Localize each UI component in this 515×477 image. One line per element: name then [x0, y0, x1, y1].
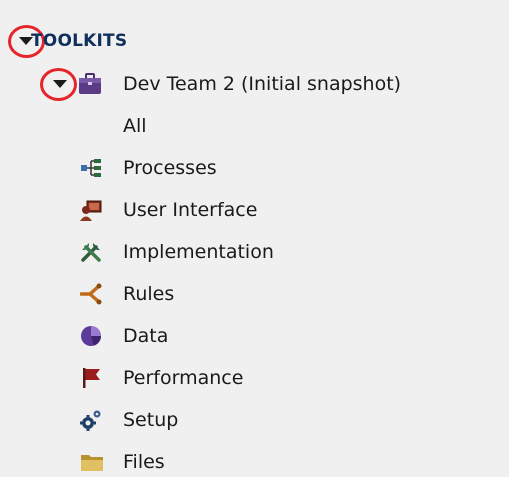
briefcase-icon: [79, 73, 101, 94]
implementation-icon: [81, 243, 101, 262]
toolkits-header[interactable]: TOOLKITS: [31, 28, 127, 54]
processes-icon: [81, 159, 101, 177]
tree-item-label: Files: [123, 451, 165, 473]
tree-item-processes[interactable]: Processes: [78, 155, 217, 181]
tree-item-label: Performance: [123, 367, 244, 389]
tree-item-label: Implementation: [123, 241, 274, 263]
tree-item-performance[interactable]: Performance: [78, 365, 243, 391]
panel-edge: [509, 0, 515, 477]
toolkit-node-label: Dev Team 2 (Initial snapshot): [123, 73, 402, 95]
data-icon: [81, 326, 101, 346]
tree-item-setup[interactable]: Setup: [78, 407, 178, 433]
files-icon: [81, 455, 103, 471]
tree-item-label: All: [123, 115, 147, 137]
tree-item-data[interactable]: Data: [78, 323, 168, 349]
rules-icon: [80, 283, 102, 305]
toolkit-expand-toggle[interactable]: [47, 71, 75, 97]
setup-icon: [80, 410, 101, 431]
tree-item-implementation[interactable]: Implementation: [78, 239, 274, 265]
toolkits-header-label: TOOLKITS: [31, 31, 128, 51]
tree-item-label: Rules: [123, 283, 175, 305]
tree-item-rules[interactable]: Rules: [78, 281, 174, 307]
toolkit-node-dev-team-2[interactable]: Dev Team 2 (Initial snapshot): [78, 71, 401, 97]
tree-item-user-interface[interactable]: User Interface: [78, 197, 257, 223]
tree-item-all[interactable]: All: [123, 113, 147, 139]
tree-item-label: Data: [123, 325, 169, 347]
tree-item-label: User Interface: [123, 199, 258, 221]
tree-item-files[interactable]: Files: [78, 449, 165, 475]
caret-down-icon: [53, 80, 67, 88]
performance-icon: [83, 368, 100, 388]
user-interface-icon: [80, 200, 102, 221]
tree-item-label: Processes: [123, 157, 217, 179]
tree-item-label: Setup: [123, 409, 179, 431]
